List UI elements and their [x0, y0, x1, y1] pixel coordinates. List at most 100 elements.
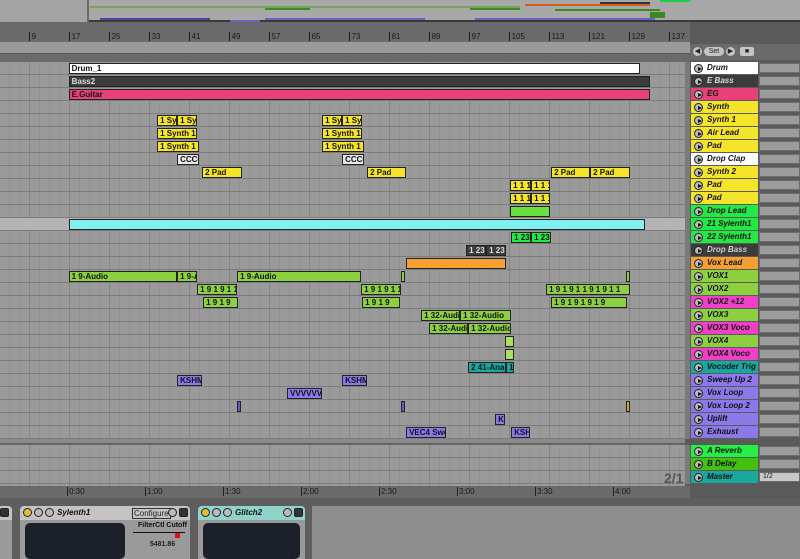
clip[interactable]: VEC4 Sweep — [406, 427, 447, 438]
expand-chevron-icon[interactable] — [212, 508, 221, 517]
clip[interactable]: 1 23-Sylenth1 — [466, 245, 487, 256]
track-name[interactable]: Synth — [691, 101, 758, 113]
device-power-icon[interactable] — [201, 508, 210, 517]
clip[interactable]: 1 Synth 1 — [322, 115, 343, 126]
clip-launch-play-icon[interactable] — [694, 337, 703, 346]
track-header[interactable]: Uplift — [685, 413, 800, 426]
track-name[interactable]: Pad — [691, 179, 758, 191]
clip-slot[interactable] — [759, 63, 800, 73]
track-lane[interactable] — [0, 309, 690, 322]
clip-slot[interactable] — [759, 245, 800, 255]
clip-launch-play-icon[interactable] — [694, 389, 703, 398]
track-lane[interactable] — [0, 192, 690, 205]
save-preset-icon[interactable] — [179, 508, 188, 517]
track-lane[interactable] — [0, 257, 690, 270]
clip-slot[interactable] — [759, 401, 800, 411]
clip-launch-play-icon[interactable] — [694, 207, 703, 216]
previous-locator-button[interactable]: ◀ — [693, 47, 702, 56]
track-lane[interactable] — [0, 231, 690, 244]
clip[interactable]: 1 1 1 1 — [510, 193, 532, 204]
clip-slot[interactable] — [759, 414, 800, 424]
clip-launch-play-icon[interactable] — [694, 460, 703, 469]
track-name[interactable]: VOX2 — [691, 283, 758, 295]
clip-launch-play-icon[interactable] — [694, 64, 703, 73]
clip[interactable]: 1 1 1 1 — [510, 180, 532, 191]
track-lane[interactable] — [0, 322, 690, 335]
track-name[interactable]: Drop Bass — [691, 244, 758, 256]
track-name[interactable]: EG — [691, 88, 758, 100]
track-name[interactable]: VOX3 Voco — [691, 322, 758, 334]
clip-slot[interactable] — [759, 310, 800, 320]
clip[interactable]: Bass2 — [68, 76, 651, 87]
clip-slot[interactable] — [759, 219, 800, 229]
track-lane[interactable] — [0, 101, 690, 114]
track-header[interactable]: Synth 2 — [685, 166, 800, 179]
clip[interactable] — [68, 219, 646, 230]
clip-launch-play-icon[interactable] — [694, 129, 703, 138]
clip-launch-play-icon[interactable] — [694, 473, 703, 482]
track-name[interactable]: B Delay — [691, 458, 758, 470]
clip[interactable]: 1 23-Sylenth1 — [486, 245, 507, 256]
clip[interactable] — [510, 206, 551, 217]
clip-slot[interactable] — [759, 76, 800, 86]
clip[interactable]: 1 Synth 1 — [342, 115, 363, 126]
slider-handle-icon[interactable] — [175, 533, 180, 538]
clip-slot[interactable] — [759, 115, 800, 125]
track-name[interactable]: Drum — [691, 62, 758, 74]
track-header[interactable]: E Bass — [685, 75, 800, 88]
track-header[interactable]: VOX3 — [685, 309, 800, 322]
clip-slot[interactable] — [759, 102, 800, 112]
plugin-display[interactable] — [203, 523, 300, 559]
track-header[interactable]: Pad — [685, 192, 800, 205]
track-name[interactable]: 21 Sylenth1 — [691, 218, 758, 230]
clip[interactable] — [401, 401, 406, 412]
clip[interactable]: 1 1 1 1 — [531, 193, 551, 204]
clip[interactable]: KS — [495, 414, 506, 425]
track-header[interactable]: Sweep Up 2 — [685, 374, 800, 387]
track-lane[interactable] — [0, 413, 690, 426]
clip-launch-play-icon[interactable] — [694, 259, 703, 268]
track-name[interactable]: VOX4 Voco — [691, 348, 758, 360]
clip-slot[interactable] — [759, 206, 800, 216]
track-header[interactable]: Drum — [685, 62, 800, 75]
clip[interactable]: 1 32-Audio — [421, 310, 461, 321]
clip-slot[interactable] — [759, 180, 800, 190]
track-name[interactable]: Vocoder Trig — [691, 361, 758, 373]
scrub-area[interactable]: × — [0, 42, 690, 71]
clip-slot[interactable] — [759, 154, 800, 164]
track-header[interactable]: Vox Lead — [685, 257, 800, 270]
clip[interactable]: 2 Pad — [202, 167, 243, 178]
clip-launch-play-icon[interactable] — [694, 415, 703, 424]
track-header[interactable]: 21 Sylenth1 — [685, 218, 800, 231]
clip-launch-play-icon[interactable] — [694, 428, 703, 437]
clip-slot[interactable] — [759, 459, 800, 469]
clip-launch-play-icon[interactable] — [694, 324, 703, 333]
track-name[interactable]: Vox Loop 2 — [691, 400, 758, 412]
track-header[interactable]: Synth 1 — [685, 114, 800, 127]
clip[interactable]: 1 9 1 9 1 9 1 9 — [551, 297, 628, 308]
clip[interactable] — [237, 401, 242, 412]
clip-launch-play-icon[interactable] — [694, 155, 703, 164]
clip[interactable]: VVVVVVV — [287, 388, 323, 399]
track-name[interactable]: Pad — [691, 192, 758, 204]
clip-launch-play-icon[interactable] — [694, 376, 703, 385]
clip-slot[interactable] — [759, 89, 800, 99]
clip-slot[interactable] — [759, 141, 800, 151]
clip-launch-play-icon[interactable] — [694, 285, 703, 294]
track-header[interactable]: VOX4 — [685, 335, 800, 348]
clip-slot[interactable] — [759, 323, 800, 333]
clip[interactable] — [505, 349, 515, 360]
track-name[interactable]: Drop Lead — [691, 205, 758, 217]
clip-slot[interactable] — [759, 336, 800, 346]
return-track-header[interactable]: A Reverb — [685, 445, 800, 458]
clip-launch-play-icon[interactable] — [694, 233, 703, 242]
clip-slot[interactable] — [759, 232, 800, 242]
clip[interactable]: KSHMR — [177, 375, 203, 386]
clip[interactable]: 1 9 1 9 1 1 — [197, 284, 238, 295]
track-name[interactable]: Air Lead — [691, 127, 758, 139]
track-header[interactable]: Synth — [685, 101, 800, 114]
next-locator-button[interactable]: ▶ — [726, 47, 735, 56]
clip[interactable] — [505, 336, 515, 347]
track-name[interactable]: Pad — [691, 140, 758, 152]
track-header[interactable]: Drop Bass — [685, 244, 800, 257]
